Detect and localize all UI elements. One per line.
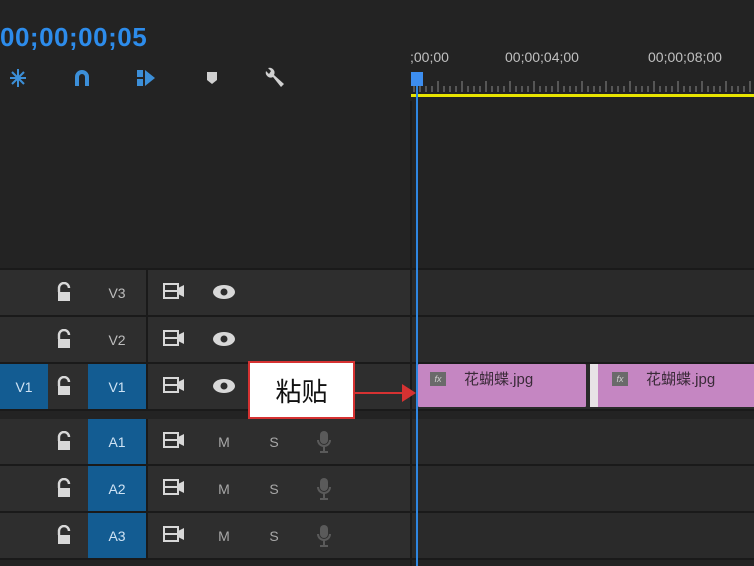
cell-divider xyxy=(146,466,148,511)
track-row-a3: A3 M S xyxy=(0,513,410,558)
lock-icon[interactable] xyxy=(54,375,74,403)
fx-badge: fx xyxy=(612,372,628,386)
clip-body: fx 花蝴蝶.jpg xyxy=(598,364,754,407)
solo-button[interactable]: S xyxy=(264,513,284,558)
track-lane-a3[interactable] xyxy=(412,513,754,558)
track-header-empty-area xyxy=(0,101,410,269)
playhead-line[interactable] xyxy=(416,86,418,566)
video-clip[interactable]: fx 花蝴蝶.jpg xyxy=(590,364,754,407)
cell-divider xyxy=(146,270,148,315)
playhead-handle[interactable] xyxy=(411,72,423,86)
track-lane-v3[interactable] xyxy=(412,270,754,315)
solo-button[interactable]: S xyxy=(264,419,284,464)
add-marker-icon[interactable] xyxy=(134,66,158,90)
ruler-label: 00;00;08;00 xyxy=(648,49,722,65)
sync-lock-icon[interactable] xyxy=(163,377,185,400)
ruler-ticks xyxy=(413,81,751,92)
cell-divider xyxy=(146,513,148,558)
mute-button[interactable]: M xyxy=(214,419,234,464)
source-patch-v1[interactable]: V1 xyxy=(0,364,48,409)
playhead-timecode[interactable]: 00;00;00;05 xyxy=(0,22,147,53)
fx-badge: fx xyxy=(430,372,446,386)
row-divider xyxy=(0,409,754,411)
annotation-arrowhead xyxy=(402,384,416,402)
clip-name: 花蝴蝶.jpg xyxy=(646,371,716,388)
video-clip[interactable]: fx 花蝴蝶.jpg xyxy=(418,364,586,407)
sync-lock-icon[interactable] xyxy=(163,432,185,455)
sync-lock-icon[interactable] xyxy=(163,283,185,306)
track-lane-v2[interactable] xyxy=(412,317,754,362)
ruler-label: 00;00;04;00 xyxy=(505,49,579,65)
track-row-a2: A2 M S xyxy=(0,466,410,511)
marker-icon[interactable] xyxy=(200,66,224,90)
track-target-a1[interactable]: A1 xyxy=(88,419,146,464)
eye-icon[interactable] xyxy=(212,378,236,399)
track-lane-a2[interactable] xyxy=(412,466,754,511)
lock-icon[interactable] xyxy=(54,328,74,356)
lock-icon[interactable] xyxy=(54,281,74,309)
mute-button[interactable]: M xyxy=(214,513,234,558)
cell-divider xyxy=(146,364,148,409)
time-ruler[interactable]: ;00;00 00;00;04;00 00;00;08;00 xyxy=(410,45,754,101)
sync-lock-icon[interactable] xyxy=(163,330,185,353)
work-area-bar[interactable] xyxy=(411,94,754,97)
snap-icon[interactable] xyxy=(6,66,30,90)
lock-icon[interactable] xyxy=(54,430,74,458)
cell-divider xyxy=(146,419,148,464)
cell-divider xyxy=(146,317,148,362)
annotation-arrow xyxy=(355,392,405,394)
clip-name: 花蝴蝶.jpg xyxy=(464,371,534,388)
track-row-v3: V3 xyxy=(0,270,410,315)
microphone-icon[interactable] xyxy=(316,477,332,506)
track-row-a1: A1 M S xyxy=(0,419,410,464)
eye-icon[interactable] xyxy=(212,284,236,305)
sync-lock-icon[interactable] xyxy=(163,479,185,502)
wrench-icon[interactable] xyxy=(262,66,286,90)
row-divider xyxy=(0,558,754,560)
timeline-empty-area xyxy=(412,101,754,269)
microphone-icon[interactable] xyxy=(316,524,332,553)
lock-icon[interactable] xyxy=(54,477,74,505)
solo-button[interactable]: S xyxy=(264,466,284,511)
annotation-callout: 粘贴 xyxy=(248,361,355,419)
track-target-v3[interactable]: V3 xyxy=(88,270,146,315)
track-lane-a1[interactable] xyxy=(412,419,754,464)
eye-icon[interactable] xyxy=(212,331,236,352)
sync-lock-icon[interactable] xyxy=(163,526,185,549)
track-target-v2[interactable]: V2 xyxy=(88,317,146,362)
track-target-v1[interactable]: V1 xyxy=(88,364,146,409)
track-target-a2[interactable]: A2 xyxy=(88,466,146,511)
ruler-label: ;00;00 xyxy=(410,49,449,65)
track-target-a3[interactable]: A3 xyxy=(88,513,146,558)
linked-selection-icon[interactable] xyxy=(70,66,94,90)
lock-icon[interactable] xyxy=(54,524,74,552)
microphone-icon[interactable] xyxy=(316,430,332,459)
track-row-v2: V2 xyxy=(0,317,410,362)
mute-button[interactable]: M xyxy=(214,466,234,511)
